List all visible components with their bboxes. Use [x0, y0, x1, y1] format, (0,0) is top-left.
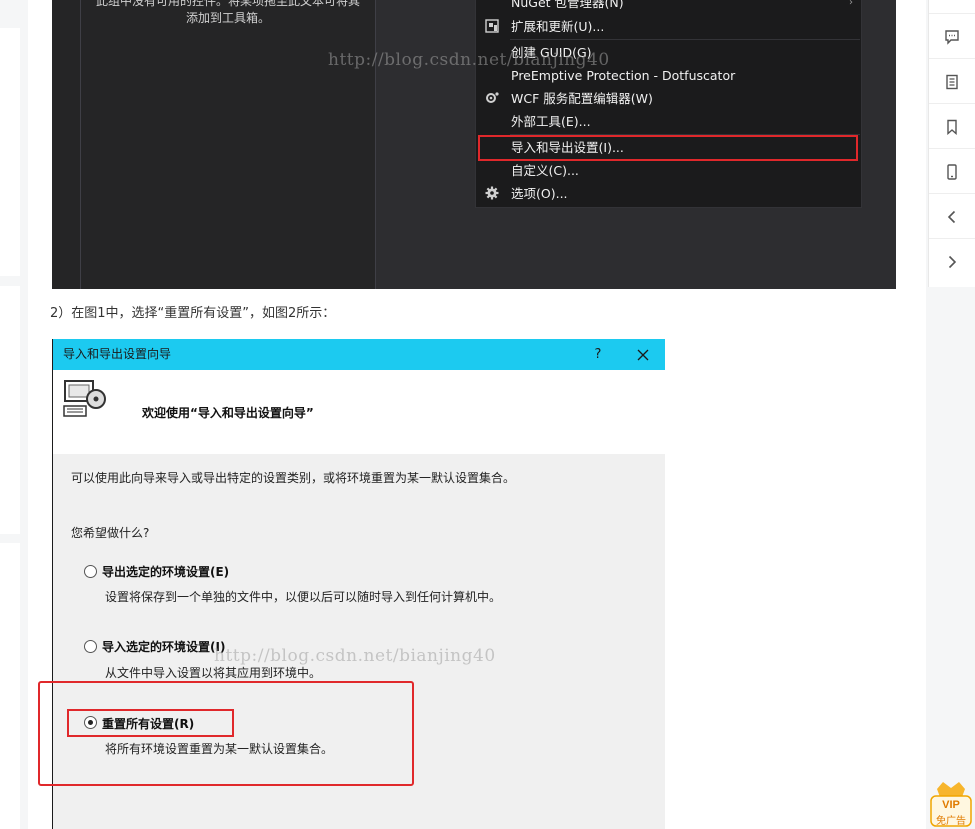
menu-item-create-guid[interactable]: 创建 GUID(G)	[476, 41, 861, 64]
wcf-config-icon	[484, 91, 499, 106]
back-to-top-button[interactable]	[929, 0, 975, 14]
menu-item-wcf-editor[interactable]: WCF 服务配置编辑器(W)	[476, 87, 861, 110]
step-instruction: 2）在图1中，选择“重置所有设置”，如图2所示：	[50, 306, 336, 321]
vip-label: VIP	[942, 799, 960, 811]
menu-item-options[interactable]: 选项(O)...	[476, 182, 861, 205]
option-export-description: 设置将保存到一个单独的文件中，以便以后可以随时导入到任何计算机中。	[105, 590, 502, 604]
document-icon	[946, 74, 958, 89]
welcome-heading: 欢迎使用“导入和导出设置向导”	[142, 406, 314, 420]
menu-item-label: PreEmptive Protection - Dotfuscator	[511, 68, 736, 83]
dialog-titlebar: 导入和导出设置向导 ?	[53, 339, 665, 370]
help-button[interactable]: ?	[587, 339, 609, 370]
bookmark-button[interactable]	[929, 105, 975, 149]
submenu-arrow-icon: ›	[849, 0, 853, 8]
vip-ad-free-badge[interactable]: VIP 免广告	[928, 778, 974, 828]
toolbox-panel: 此组中没有可用的控件。将某项拖至此文本可将其 添加到工具箱。	[80, 0, 376, 289]
chevron-left-icon	[947, 210, 956, 223]
chevron-right-icon	[948, 255, 957, 269]
menu-item-label: 创建 GUID(G)	[511, 45, 592, 60]
dialog-title: 导入和导出设置向导	[63, 347, 172, 361]
menu-item-label: NuGet 包管理器(N)	[511, 0, 624, 10]
menu-item-extensions[interactable]: 扩展和更新(U)...	[476, 15, 861, 38]
close-icon	[637, 349, 649, 361]
menu-item-label: WCF 服务配置编辑器(W)	[511, 91, 653, 106]
left-sidebar	[0, 0, 20, 829]
mobile-icon	[947, 163, 957, 180]
menu-separator	[510, 39, 860, 40]
right-toolbar	[928, 0, 975, 287]
option-export-label[interactable]: 导出选定的环境设置(E)	[102, 563, 229, 580]
radio-import[interactable]	[84, 640, 97, 653]
ad-free-label: 免广告	[936, 816, 966, 827]
comment-button[interactable]	[929, 15, 975, 59]
wizard-computer-icon	[63, 380, 106, 417]
menu-highlight-box	[478, 135, 858, 161]
menu-item-label: 选项(O)...	[511, 186, 568, 201]
tools-menu: NuGet 包管理器(N) › 扩展和更新(U)... 创建 GUID(G) P…	[475, 0, 862, 208]
toolbox-empty-text: 此组中没有可用的控件。将某项拖至此文本可将其 添加到工具箱。	[81, 0, 375, 27]
comment-icon	[945, 29, 959, 45]
extensions-icon	[484, 19, 499, 34]
sidebar-card	[0, 543, 20, 829]
previous-article-button[interactable]	[929, 195, 975, 239]
option-import-description: 从文件中导入设置以将其应用到环境中。	[105, 666, 322, 680]
gear-icon	[484, 186, 499, 201]
sidebar-card	[0, 28, 20, 276]
next-article-button[interactable]	[929, 240, 975, 284]
toolbox-empty-line: 此组中没有可用的控件。将某项拖至此文本可将其	[95, 0, 360, 8]
option-import-label[interactable]: 导入选定的环境设置(I)	[102, 638, 225, 655]
toolbox-empty-line: 添加到工具箱。	[185, 11, 270, 25]
menu-item-nuget[interactable]: NuGet 包管理器(N) ›	[476, 0, 861, 14]
mobile-view-button[interactable]	[929, 150, 975, 194]
close-button[interactable]	[632, 339, 654, 370]
menu-item-label: 自定义(C)...	[511, 163, 579, 178]
menu-item-label: 外部工具(E)...	[511, 114, 591, 129]
menu-item-dotfuscator[interactable]: PreEmptive Protection - Dotfuscator	[476, 64, 861, 87]
question-text: 您希望做什么?	[71, 526, 150, 540]
reset-option-highlight-box	[67, 709, 234, 737]
menu-item-external-tools[interactable]: 外部工具(E)...	[476, 110, 861, 133]
menu-item-customize[interactable]: 自定义(C)...	[476, 159, 861, 182]
radio-export[interactable]	[84, 565, 97, 578]
dialog-header: 欢迎使用“导入和导出设置向导”	[53, 370, 665, 454]
vs-side-strip	[52, 0, 80, 289]
bookmark-icon	[947, 119, 957, 135]
sidebar-card	[0, 286, 20, 534]
menu-item-label: 扩展和更新(U)...	[511, 19, 605, 34]
intro-text: 可以使用此向导来导入或导出特定的设置类别，或将环境重置为某一默认设置集合。	[71, 471, 516, 485]
catalog-button[interactable]	[929, 60, 975, 104]
